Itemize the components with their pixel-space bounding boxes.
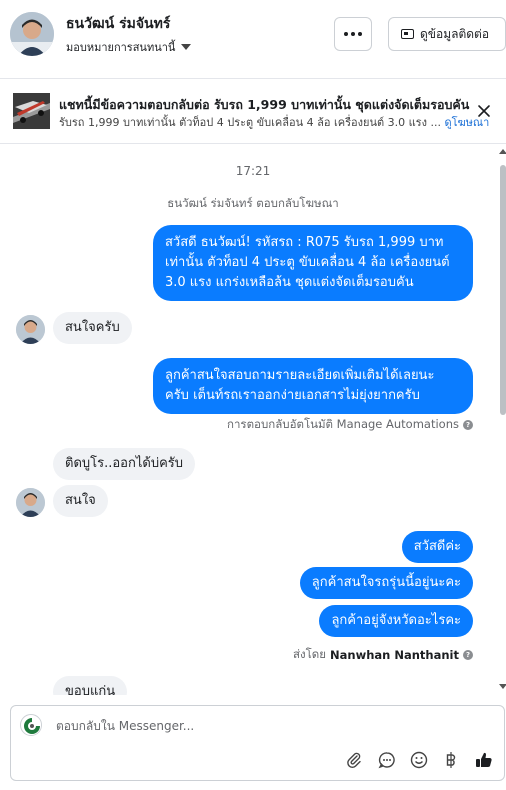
scroll-up-arrow[interactable] (499, 149, 506, 154)
conversation-header: ธนวัฒน์ ร่มจันทร์ มอบหมายการสนทนานี้ ดูข… (0, 0, 506, 78)
attachment-icon[interactable] (344, 750, 364, 770)
saved-reply-icon[interactable] (377, 750, 397, 770)
message-line: ครับ เต็นท์รถเราออกง่ายเอกสารไม่ยุ่งยากค… (165, 388, 420, 403)
assign-conversation-dropdown[interactable]: มอบหมายการสนทนานี้ (66, 38, 192, 56)
message-timestamp: 17:21 (235, 164, 271, 178)
message-line: 3.0 แรง แกร่งเหลือล้น ชุดแต่งจัดเต็มรอบค… (165, 275, 414, 290)
reply-input[interactable] (56, 719, 476, 733)
view-contact-button[interactable]: ดูข้อมูลติดต่อ (388, 17, 506, 51)
ad-description: รับรถ 1,999 บาทเท่านั้น ตัวท็อป 4 ประตู … (59, 113, 489, 131)
help-icon[interactable]: ? (463, 420, 473, 430)
customer-avatar[interactable] (16, 315, 45, 344)
outgoing-message[interactable]: ลูกค้าสนใจรถรุ่นนี้อยู่นะคะ (299, 567, 473, 599)
sent-by-note: ส่งโดย Nanwhan Nanthanit ? (293, 646, 473, 664)
message-line: เท่านั้น ตัวท็อป 4 ประตู ขับเคลื่อน 4 ล้… (165, 255, 450, 270)
help-icon[interactable]: ? (463, 650, 473, 660)
assign-label: มอบหมายการสนทนานี้ (66, 41, 176, 54)
outgoing-message[interactable]: ลูกค้าสนใจสอบถามรายละเอียดเพิ่มเติมได้เล… (153, 358, 473, 414)
incoming-message[interactable]: สนใจครับ (53, 312, 132, 344)
outgoing-message[interactable]: สวัสดีค่ะ (401, 531, 473, 563)
replied-to-ad-note: ธนวัฒน์ ร่มจันทร์ ตอบกลับโฆษณา (167, 196, 339, 210)
reply-composer (10, 705, 505, 781)
page-logo-avatar (20, 714, 42, 736)
message-line: สวัสดี ธนวัฒน์! รหัสรถ : R075 รับรถ 1,99… (165, 235, 444, 250)
more-options-button[interactable] (334, 17, 372, 51)
automation-note[interactable]: การตอบกลับอัตโนมัติ Manage Automations ? (227, 416, 473, 434)
emoji-icon[interactable] (409, 750, 429, 770)
contact-card-icon (401, 29, 414, 39)
like-icon[interactable] (474, 750, 494, 770)
message-line: ลูกค้าสนใจสอบถามรายละเอียดเพิ่มเติมได้เล… (165, 368, 435, 383)
ad-reply-banner: แชทนี้มีข้อความตอบกลับต่อ รับรถ 1,999 บา… (0, 78, 506, 144)
contact-name[interactable]: ธนวัฒน์ ร่มจันทร์ (66, 13, 170, 35)
view-contact-label: ดูข้อมูลติดต่อ (420, 26, 490, 41)
ad-description-text: รับรถ 1,999 บาทเท่านั้น ตัวท็อป 4 ประตู … (59, 116, 441, 129)
close-icon[interactable] (474, 101, 494, 121)
customer-avatar[interactable] (16, 488, 45, 517)
scroll-down-arrow[interactable] (499, 684, 506, 689)
chevron-down-icon (181, 44, 192, 50)
incoming-message[interactable]: ติดบูโร..ออกได้บ่ครับ (53, 448, 196, 480)
sent-by-label: ส่งโดย (292, 647, 327, 661)
more-horizontal-icon (344, 32, 362, 36)
outgoing-message[interactable]: สวัสดี ธนวัฒน์! รหัสรถ : R075 รับรถ 1,99… (153, 225, 473, 301)
ad-thumbnail[interactable] (13, 93, 50, 129)
sent-by-name: Nanwhan Nanthanit (330, 648, 459, 662)
ad-title: แชทนี้มีข้อความตอบกลับต่อ รับรถ 1,999 บา… (59, 97, 470, 112)
baht-payment-icon[interactable] (441, 750, 461, 770)
automation-note-text: การตอบกลับอัตโนมัติ Manage Automations (226, 417, 459, 431)
incoming-message[interactable]: สนใจ (53, 485, 108, 517)
outgoing-message[interactable]: ลูกค้าอยู่จังหวัดอะไรคะ (319, 605, 473, 637)
contact-avatar[interactable] (10, 12, 54, 56)
